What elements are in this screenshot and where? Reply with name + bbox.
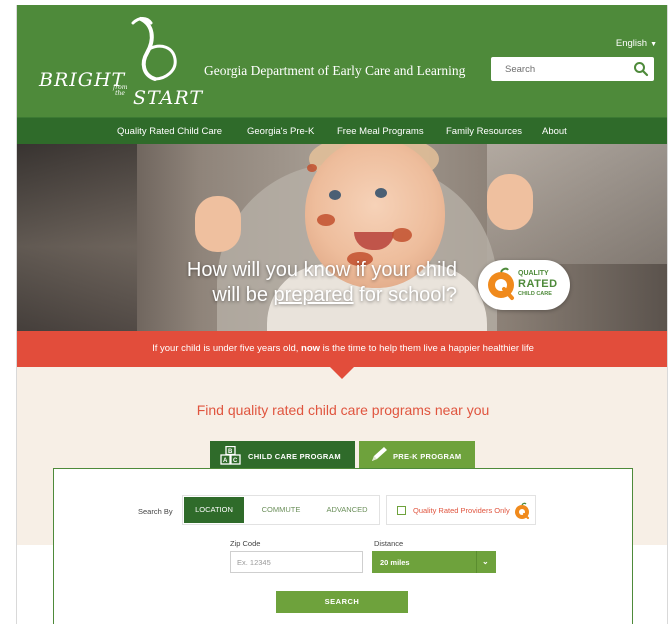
tab-pre-k-program[interactable]: PRE-K PROGRAM [359, 441, 475, 469]
banner-text-pre: If your child is under five years old, [152, 343, 302, 354]
banner-text-bold: now [301, 343, 321, 354]
zip-code-label: Zip Code [230, 539, 261, 548]
search-input[interactable] [491, 57, 626, 81]
hero-banner: How will you know if your child will be … [17, 144, 667, 331]
banner-text-post: is the time to help them live a happier … [320, 343, 534, 354]
badge-rated-text: RATED [518, 278, 558, 290]
sauce-spot [392, 228, 412, 242]
distance-label: Distance [374, 539, 404, 548]
distance-divider [476, 551, 477, 573]
promo-banner: If your child is under five years old, n… [17, 331, 667, 367]
quality-rated-q-icon [515, 502, 530, 520]
nav-item-about[interactable]: About [542, 126, 567, 137]
banner-pointer [329, 366, 355, 379]
baby-left-hand [195, 196, 241, 252]
baby-right-eye [375, 188, 387, 198]
distance-value: 20 miles [380, 558, 410, 567]
sauce-spot [317, 214, 335, 226]
nav-item-family-resources[interactable]: Family Resources [446, 126, 522, 137]
quality-rated-q-icon [488, 267, 514, 300]
nav-item-free-meals[interactable]: Free Meal Programs [337, 126, 424, 137]
mode-commute-button[interactable]: COMMUTE [248, 497, 314, 523]
search-button[interactable]: SEARCH [276, 591, 408, 613]
zip-code-input[interactable] [230, 551, 363, 573]
chevron-down-icon: ⌄ [482, 557, 489, 566]
pencil-icon [372, 447, 387, 461]
hero-line-2-underlined: prepared [273, 284, 354, 306]
badge-child-care-text: CHILD CARE [518, 291, 552, 297]
mode-location-button[interactable]: LOCATION [184, 497, 244, 523]
quality-rated-only-toggle[interactable]: Quality Rated Providers Only [386, 495, 536, 525]
language-selector[interactable]: English ▼ [616, 38, 657, 49]
nav-item-pre-k[interactable]: Georgia's Pre-K [247, 126, 314, 137]
hero-headline: How will you know if your child will be … [77, 258, 457, 308]
quality-rated-badge[interactable]: QUALITY RATED CHILD CARE [478, 260, 570, 310]
hero-line-2-pre: will be [212, 284, 274, 306]
caret-down-icon: ▼ [650, 41, 657, 48]
hero-line-2-post: for school? [353, 284, 457, 306]
blocks-icon: A C B [220, 446, 241, 465]
hero-line-1: How will you know if your child [186, 259, 457, 281]
language-label: English [615, 38, 648, 49]
svg-text:C: C [233, 458, 238, 464]
department-name: Georgia Department of Early Care and Lea… [204, 63, 466, 78]
baby-right-hand [487, 174, 533, 230]
page-frame: BRIGHT from the START Georgia Department… [16, 5, 668, 624]
logo-from-the-text: from the [113, 84, 128, 97]
svg-text:B: B [228, 449, 233, 455]
distance-select[interactable]: 20 miles ⌄ [372, 551, 496, 573]
quality-rated-checkbox[interactable] [397, 506, 406, 515]
baby-left-eye [329, 190, 341, 200]
tab-pre-k-label: PRE-K PROGRAM [393, 452, 462, 461]
site-search [491, 57, 654, 81]
bright-from-the-start-logo[interactable]: BRIGHT from the START [33, 13, 203, 113]
mode-advanced-button[interactable]: ADVANCED [316, 497, 378, 523]
search-by-label: Search By [138, 507, 173, 516]
logo-start-text: START [133, 87, 204, 109]
sauce-spot [307, 164, 317, 172]
tab-child-care-program[interactable]: A C B CHILD CARE PROGRAM [210, 441, 355, 469]
tab-child-care-label: CHILD CARE PROGRAM [248, 452, 341, 461]
quality-rated-only-label: Quality Rated Providers Only [413, 506, 510, 515]
site-header: BRIGHT from the START Georgia Department… [17, 5, 667, 117]
badge-quality-text: QUALITY [518, 270, 549, 277]
main-nav: Quality Rated Child Care Georgia's Pre-K… [17, 117, 667, 144]
finder-title: Find quality rated child care programs n… [196, 402, 490, 418]
hero-line-2: will be prepared for school? [77, 283, 457, 308]
search-icon[interactable] [632, 60, 650, 78]
svg-text:A: A [223, 458, 228, 464]
search-form-panel: Search By LOCATION COMMUTE ADVANCED Qual… [53, 468, 633, 624]
nav-item-quality-rated[interactable]: Quality Rated Child Care [117, 126, 222, 137]
